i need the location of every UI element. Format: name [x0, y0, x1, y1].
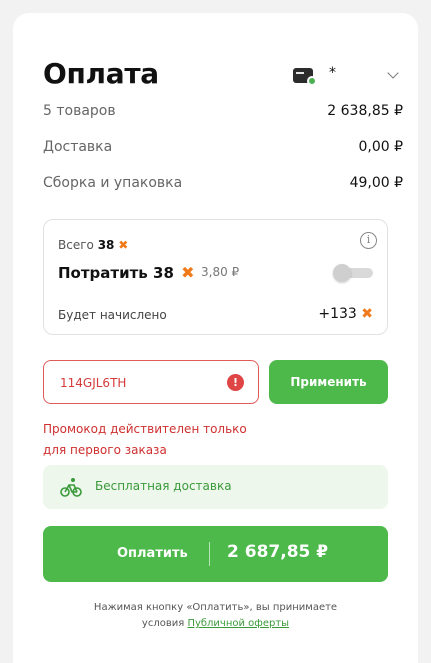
- terms-prefix: условия: [141, 618, 185, 629]
- apply-promo-button[interactable]: Применить: [269, 360, 388, 404]
- error-icon: !: [227, 374, 244, 391]
- bonus-x-icon: ✖: [118, 238, 129, 252]
- page-title: Оплата: [43, 57, 159, 90]
- free-delivery-banner: Бесплатная доставка: [43, 465, 388, 509]
- summary-value: 0,00 ₽: [358, 139, 403, 155]
- bonus-accrue-label: Будет начислено: [58, 308, 167, 322]
- bonus-x-icon: ✖: [181, 263, 195, 282]
- courier-bike-icon: [60, 478, 82, 497]
- summary-label: Сборка и упаковка: [43, 175, 183, 191]
- summary-row-items: 5 товаров 2 638,85 ₽: [43, 103, 403, 125]
- summary-value: 49,00 ₽: [349, 175, 403, 191]
- bonus-total-value: 38: [97, 238, 115, 252]
- public-offer-link[interactable]: Публичной оферты: [187, 618, 289, 629]
- promo-error-line: Промокод действителен только: [43, 422, 247, 436]
- bonus-accrue-value: +133 ✖: [318, 306, 373, 322]
- pay-button-divider: [209, 542, 210, 566]
- pay-button-label: Оплатить: [117, 546, 188, 561]
- chevron-down-icon: [387, 67, 399, 79]
- promo-code-input[interactable]: [60, 373, 210, 393]
- bonus-spend: Потратить 38 ✖: [58, 263, 195, 282]
- terms-line: условия Публичной оферты: [43, 616, 388, 632]
- info-icon[interactable]: i: [360, 232, 377, 249]
- bonus-total: Всего 38 ✖: [58, 238, 128, 252]
- promo-error-message: Промокод действителен только для первого…: [43, 419, 303, 461]
- summary-label: Доставка: [43, 139, 113, 155]
- bonus-accrue-amount: +133: [318, 306, 357, 322]
- bonus-x-icon: ✖: [361, 306, 373, 322]
- checkout-card: Оплата * 5 товаров 2 638,85 ₽ Доставка 0…: [13, 13, 418, 663]
- summary-label: 5 товаров: [43, 103, 116, 119]
- pay-button[interactable]: Оплатить 2 687,85 ₽: [43, 526, 388, 582]
- spend-bonus-toggle[interactable]: [333, 264, 375, 282]
- free-delivery-text: Бесплатная доставка: [95, 479, 232, 493]
- pay-button-sum: 2 687,85 ₽: [227, 542, 329, 562]
- bonus-panel: Всего 38 ✖ i Потратить 38 ✖ 3,80 ₽ Будет…: [43, 219, 388, 335]
- payment-method-selector[interactable]: *: [293, 65, 403, 89]
- checkout-header: Оплата *: [43, 57, 403, 97]
- summary-row-delivery: Доставка 0,00 ₽: [43, 139, 403, 161]
- bonus-spend-label: Потратить 38: [58, 264, 174, 282]
- bonus-spend-equivalent: 3,80 ₽: [201, 265, 240, 279]
- promo-error-line: для первого заказа: [43, 443, 167, 457]
- card-mask: *: [329, 65, 336, 81]
- summary-value: 2 638,85 ₽: [327, 103, 403, 119]
- promo-code-field[interactable]: !: [43, 360, 259, 404]
- terms-notice: Нажимая кнопку «Оплатить», вы принимаете…: [43, 600, 388, 632]
- bonus-total-label: Всего: [58, 238, 94, 252]
- terms-text: Нажимая кнопку «Оплатить», вы принимаете: [93, 602, 338, 613]
- bank-card-icon: [293, 68, 317, 86]
- summary-row-packing: Сборка и упаковка 49,00 ₽: [43, 175, 403, 197]
